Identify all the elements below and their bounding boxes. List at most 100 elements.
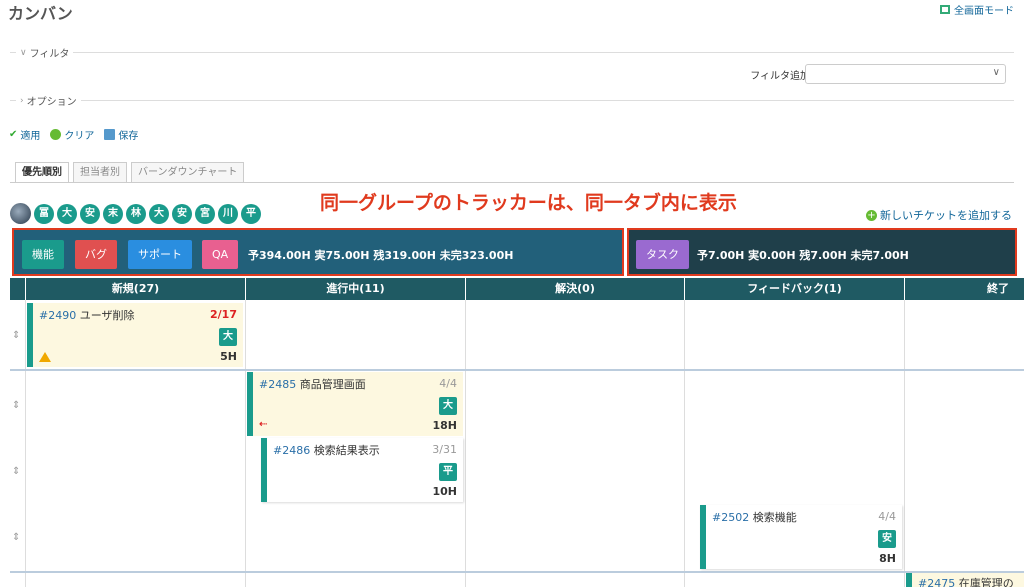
drag-handle-icon[interactable]: ⇕ — [12, 400, 20, 411]
ticket-id[interactable]: #2486 — [273, 444, 310, 457]
member-avatars: 冨 大 安 末 林 大 安 宮 川 平 — [10, 203, 261, 224]
chevron-down-icon: ∨ — [992, 67, 1000, 78]
new-ticket-label: 新しいチケットを追加する — [880, 209, 1012, 222]
apply-button[interactable]: ✔ 適用 — [9, 127, 40, 142]
ticket-title: 検索結果表示 — [313, 444, 380, 457]
relation-icon: ⇠ — [259, 419, 268, 430]
options-label: オプション — [26, 97, 77, 108]
column-header-closed: 終了 — [904, 278, 1024, 300]
ticket-card[interactable]: #2475 在庫管理の — [906, 573, 1024, 587]
page-title: カンバン — [8, 4, 73, 23]
fullscreen-icon — [940, 5, 950, 14]
tracker-group-1: 機能 バグ サポート QA 予394.00H 実75.00H 残319.00H … — [12, 228, 624, 276]
new-ticket-link[interactable]: + 新しいチケットを追加する — [866, 207, 1012, 223]
drag-handle-icon[interactable]: ⇕ — [12, 330, 20, 341]
query-actions: ✔ 適用 クリア 保存 — [9, 127, 138, 142]
tracker-button[interactable]: タスク — [636, 240, 689, 269]
due-date: 3/31 — [432, 443, 457, 456]
avatar[interactable]: 末 — [103, 203, 123, 224]
chevron-down-icon: ∨ — [20, 47, 27, 58]
due-date: 4/4 — [878, 510, 896, 523]
estimated-hours: 18H — [432, 419, 457, 432]
tracker-button[interactable]: QA — [202, 240, 239, 269]
save-label: 保存 — [118, 131, 139, 142]
avatar[interactable]: 大 — [57, 203, 77, 224]
filter-label: フィルタ — [29, 49, 70, 60]
fullscreen-link[interactable]: 全画面モード — [940, 2, 1014, 17]
view-tabs: 優先順別 担当者別 バーンダウンチャート — [15, 162, 245, 183]
avatar[interactable]: 大 — [149, 203, 169, 224]
ticket-title: 検索機能 — [752, 511, 797, 524]
warning-icon — [39, 352, 51, 362]
assignee-badge: 大 — [439, 397, 457, 415]
ticket-card[interactable]: #2490 ユーザ削除 2/17 大 5H — [27, 303, 243, 367]
save-icon — [104, 129, 116, 140]
avatar[interactable]: 宮 — [195, 203, 215, 224]
avatar[interactable]: 川 — [218, 203, 238, 224]
tracker-button[interactable]: バグ — [75, 240, 117, 269]
drag-handle-icon[interactable]: ⇕ — [12, 466, 20, 477]
fullscreen-label: 全画面モード — [954, 6, 1014, 17]
tracker-group-2: タスク 予7.00H 実0.00H 残7.00H 未完7.00H — [627, 228, 1017, 276]
annotation-text: 同一グループのトラッカーは、同一タブ内に表示 — [320, 192, 737, 214]
ticket-card[interactable]: #2485 商品管理画面 4/4 大 ⇠ 18H — [247, 372, 463, 436]
options-toggle[interactable]: › オプション — [16, 93, 81, 108]
column-header-resolved: 解決(0) — [465, 278, 684, 300]
save-button[interactable]: 保存 — [104, 127, 138, 142]
filter-divider — [10, 52, 1014, 53]
ticket-id[interactable]: #2475 — [918, 577, 955, 587]
avatar[interactable]: 林 — [126, 203, 146, 224]
drag-handle-icon[interactable]: ⇕ — [12, 532, 20, 543]
assignee-badge: 大 — [219, 328, 237, 346]
check-icon: ✔ — [9, 129, 18, 140]
column-header-in-progress: 進行中(11) — [245, 278, 465, 300]
swimlane-divider — [10, 369, 1024, 371]
column-divider — [465, 300, 466, 587]
tab-divider — [10, 182, 1014, 183]
estimated-hours: 8H — [879, 552, 896, 565]
avatar[interactable]: 平 — [241, 203, 261, 224]
chevron-right-icon: › — [20, 95, 24, 106]
clear-button[interactable]: クリア — [50, 127, 94, 142]
column-header-feedback: フィードバック(1) — [684, 278, 904, 300]
ticket-card[interactable]: #2502 検索機能 4/4 安 8H — [700, 505, 902, 569]
avatar[interactable]: 冨 — [34, 203, 54, 224]
options-divider — [10, 100, 1014, 101]
ticket-id[interactable]: #2485 — [259, 378, 296, 391]
column-divider — [245, 300, 246, 587]
tab-assignee[interactable]: 担当者別 — [73, 162, 127, 183]
ticket-title: 商品管理画面 — [299, 378, 366, 391]
apply-label: 適用 — [20, 131, 41, 142]
header-spacer — [10, 278, 25, 300]
filter-add-label: フィルタ追加 — [750, 71, 810, 82]
group-stats: 予7.00H 実0.00H 残7.00H 未完7.00H — [697, 249, 909, 262]
ticket-title: ユーザ削除 — [79, 309, 135, 322]
column-divider — [25, 300, 26, 587]
filter-toggle[interactable]: ∨ フィルタ — [16, 45, 74, 60]
ticket-id[interactable]: #2490 — [39, 309, 76, 322]
column-header-new: 新規(27) — [25, 278, 245, 300]
reload-icon — [50, 129, 62, 140]
tab-burndown[interactable]: バーンダウンチャート — [131, 162, 245, 183]
group-stats: 予394.00H 実75.00H 残319.00H 未完323.00H — [248, 249, 514, 262]
avatar[interactable]: 安 — [172, 203, 192, 224]
ticket-title: 在庫管理の — [958, 577, 1014, 587]
plus-icon: + — [866, 209, 877, 221]
avatar[interactable]: 安 — [80, 203, 100, 224]
clear-label: クリア — [64, 131, 95, 142]
assignee-badge: 平 — [439, 463, 457, 481]
avatar-photo[interactable] — [10, 203, 31, 224]
tracker-button[interactable]: 機能 — [22, 240, 64, 269]
due-date: 4/4 — [439, 377, 457, 390]
ticket-id[interactable]: #2502 — [712, 511, 749, 524]
tracker-button[interactable]: サポート — [128, 240, 192, 269]
estimated-hours: 5H — [220, 350, 237, 363]
filter-add-select[interactable]: ∨ — [805, 64, 1006, 84]
ticket-card[interactable]: #2486 検索結果表示 3/31 平 10H — [261, 438, 463, 502]
due-date: 2/17 — [210, 308, 237, 321]
column-divider — [684, 300, 685, 587]
estimated-hours: 10H — [432, 485, 457, 498]
tab-priority[interactable]: 優先順別 — [15, 162, 69, 183]
swimlane-divider — [10, 571, 1024, 573]
assignee-badge: 安 — [878, 530, 896, 548]
